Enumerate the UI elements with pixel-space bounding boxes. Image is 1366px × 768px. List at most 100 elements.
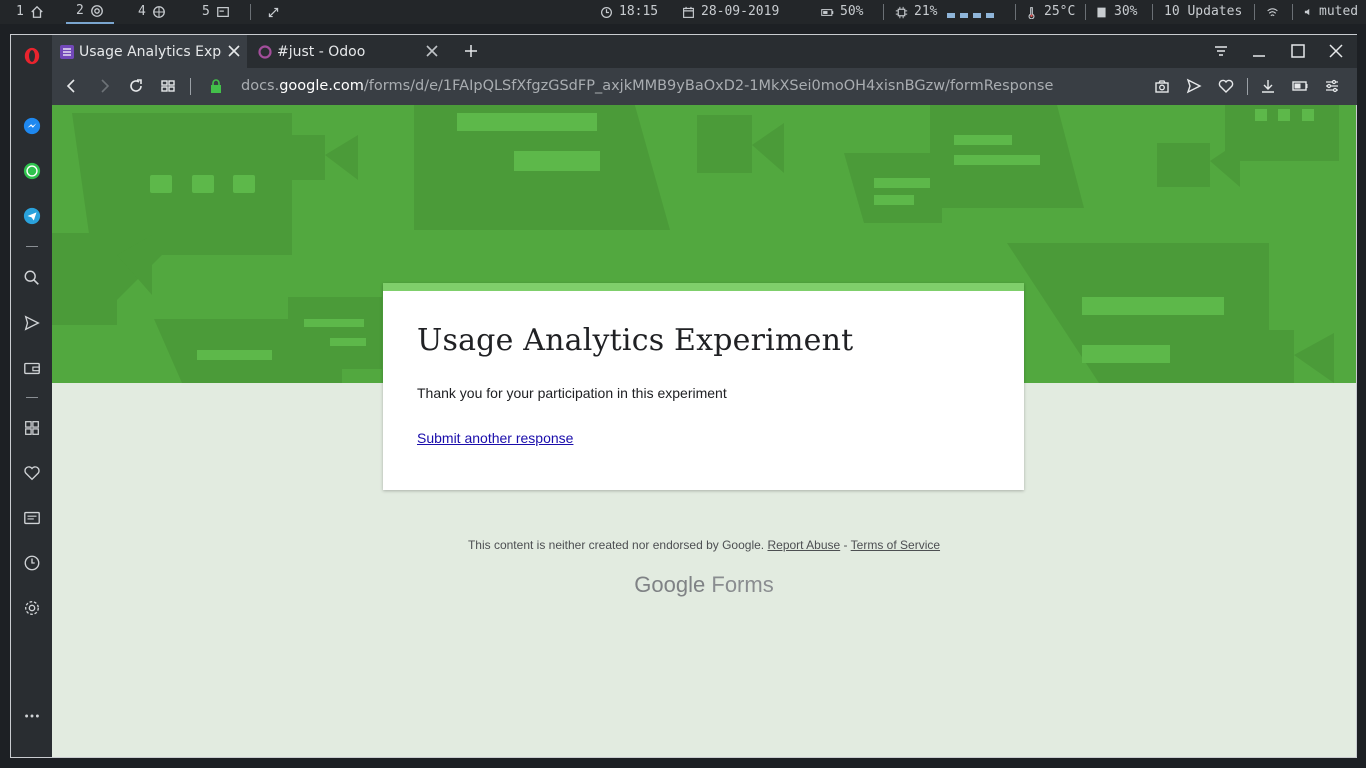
camera-icon [1155,80,1169,93]
workspace-5[interactable]: 5 [202,0,230,24]
messenger-button[interactable] [22,116,42,136]
date: 28-09-2019 [682,0,779,24]
telegram-button[interactable] [22,206,42,226]
battery-icon [1292,81,1308,91]
messenger-icon [23,117,41,135]
back-button[interactable] [64,78,80,94]
workspace-number: 2 [76,3,84,18]
memory: 30% [1095,0,1137,24]
google-wordmark: Google [634,572,706,597]
secure-connection[interactable] [208,78,224,94]
tab-usage-analytics[interactable]: Usage Analytics Expe [52,35,247,68]
wifi[interactable] [1266,0,1279,24]
workspace-number: 4 [138,4,146,19]
terminal-icon [216,7,229,17]
google-forms-icon [60,44,74,59]
tab-menu-button[interactable] [1213,43,1229,59]
google-forms-logo[interactable]: Google Forms [52,572,1356,598]
terms-of-service-link[interactable]: Terms of Service [851,538,940,552]
expand-icon [268,7,279,17]
tab-bar: Usage Analytics Expe #just - Odoo [52,35,1357,68]
send-icon [1186,78,1202,94]
download-icon [1262,80,1274,93]
snapshot-button[interactable] [1154,78,1170,94]
easy-setup-button[interactable] [1324,78,1340,94]
ellipsis-icon [25,714,39,718]
cpu-bars [947,7,995,18]
whatsapp-icon [23,162,41,180]
forward-button[interactable] [96,78,112,94]
report-abuse-link[interactable]: Report Abuse [767,538,840,552]
workspace-number: 5 [202,4,210,19]
url-field[interactable]: docs.google.com/forms/d/e/1FAIpQLSfXfgzG… [241,68,1053,105]
more-button[interactable] [22,706,42,726]
close-icon[interactable] [425,44,439,58]
battery-saver-button[interactable] [1292,78,1308,94]
fullscreen-toggle[interactable] [267,0,280,24]
sliders-icon [1326,79,1338,93]
workspace-1[interactable]: 1 [16,0,44,24]
url-domain: google.com [279,78,364,94]
chevron-left-icon [66,79,75,93]
speed-dial-button[interactable] [22,418,42,438]
search-icon [24,270,39,285]
tab-title: Usage Analytics Expe [79,43,222,60]
close-icon[interactable] [227,44,241,58]
calendar-icon [683,6,694,18]
odoo-icon [258,44,272,59]
chevron-right-icon [101,79,110,93]
minimize-button[interactable] [1251,43,1267,59]
wifi-icon [1267,7,1278,16]
send-to-flow-button[interactable] [1186,78,1202,94]
new-tab-button[interactable] [463,43,479,59]
form-response-card: Usage Analytics Experiment Thank you for… [383,283,1024,490]
maximize-icon [1291,44,1305,58]
bookmarks-button[interactable] [22,463,42,483]
updates[interactable]: 10 Updates [1164,0,1242,24]
close-icon [1329,44,1343,58]
send-icon [24,315,40,331]
send-button[interactable] [22,313,42,333]
memory-icon [1097,7,1106,17]
home-icon [31,5,43,18]
cpu-icon [895,6,908,18]
url-subdomain: docs. [241,78,280,94]
reload-button[interactable] [128,78,144,94]
url-path: /forms/d/e/1FAIpQLSfXfgzGSdFP_axjkMMB9yB… [363,78,1054,94]
temperature: 25°C [1025,0,1075,24]
browser-sidebar [11,35,52,757]
tabs-overview-button[interactable] [160,78,176,94]
downloads-button[interactable] [1260,78,1276,94]
filter-icon [1215,46,1227,56]
address-bar: docs.google.com/forms/d/e/1FAIpQLSfXfgzG… [52,68,1357,105]
wallet-button[interactable] [22,358,42,378]
news-button[interactable] [22,508,42,528]
clock: 18:15 [600,0,658,24]
plus-icon [465,45,477,57]
chrome-icon [90,5,103,17]
workspace-number: 1 [16,4,24,19]
memory-usage: 30% [1114,4,1138,19]
volume[interactable]: muted [1303,0,1358,24]
cpu-usage: 21% [914,4,938,19]
workspace-4[interactable]: 4 [138,0,166,24]
close-window-button[interactable] [1328,43,1344,59]
updates-count: 10 Updates [1164,4,1243,19]
bookmark-button[interactable] [1218,78,1234,94]
tab-odoo[interactable]: #just - Odoo [250,35,445,68]
workspace-2[interactable]: 2 [66,0,114,24]
whatsapp-button[interactable] [22,161,42,181]
search-button[interactable] [22,268,42,288]
settings-button[interactable] [22,598,42,618]
tab-title: #just - Odoo [277,43,366,60]
disclaimer: This content is neither created nor endo… [52,538,1356,552]
gear-icon [25,601,39,615]
opera-menu-button[interactable] [22,46,42,66]
history-button[interactable] [22,553,42,573]
date-text: 28-09-2019 [701,4,780,19]
opera-logo-icon [24,47,40,65]
maximize-button[interactable] [1290,43,1306,59]
submit-another-response-link[interactable]: Submit another response [417,430,573,446]
grid-icon [161,80,175,92]
forms-wordmark: Forms [711,572,774,597]
